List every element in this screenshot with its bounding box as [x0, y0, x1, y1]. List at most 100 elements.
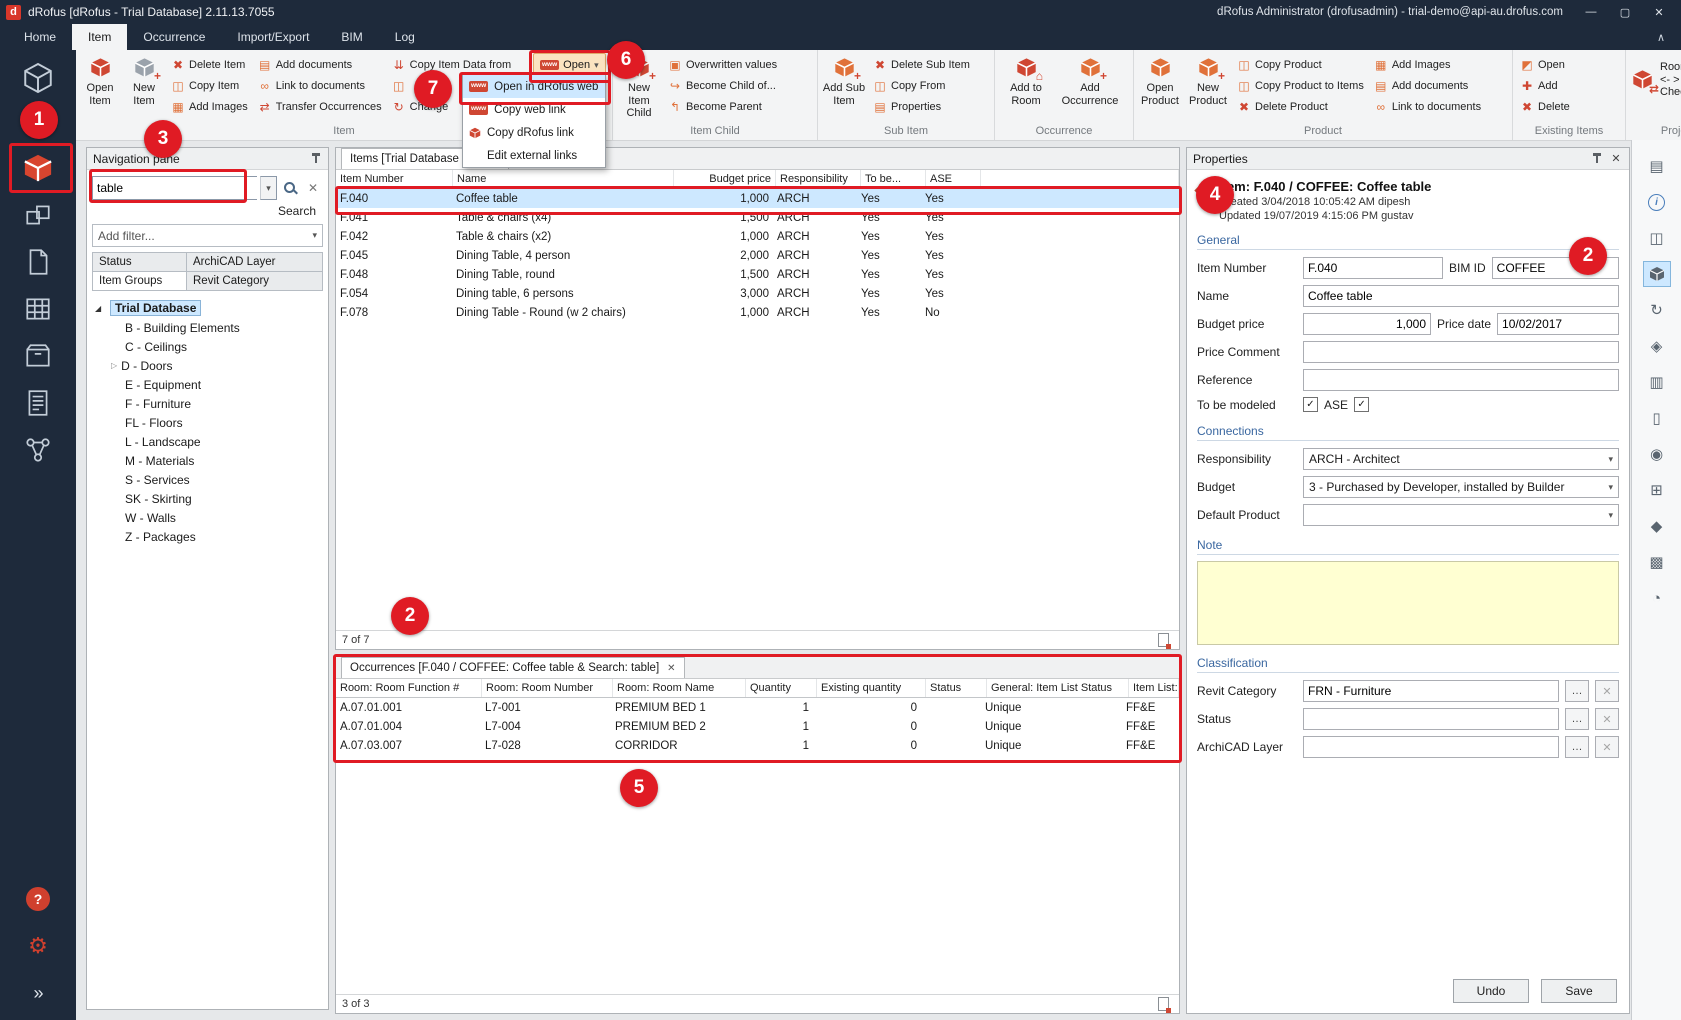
tree-item[interactable]: S - Services — [89, 470, 326, 489]
report-icon[interactable] — [1158, 633, 1169, 647]
col-room-name[interactable]: Room: Room Name — [613, 679, 746, 697]
item-number-field[interactable] — [1303, 257, 1443, 279]
product-link-to-documents-button[interactable]: ∞Link to documents — [1372, 97, 1483, 116]
sidebar-rooms-module-icon[interactable] — [10, 290, 66, 328]
link-to-documents-button[interactable]: ∞Link to documents — [256, 76, 384, 95]
tab-log[interactable]: Log — [379, 24, 431, 50]
filter-tab-item-groups[interactable]: Item Groups — [93, 272, 187, 291]
copy-product-button[interactable]: ◫Copy Product — [1235, 55, 1366, 74]
sidebar-connections-module-icon[interactable] — [10, 431, 66, 469]
item-row[interactable]: F.054Dining table, 6 persons3,000ARCHYes… — [336, 284, 1179, 303]
copy-product-to-items-button[interactable]: ◫Copy Product to Items — [1235, 76, 1366, 95]
tree-expander-icon[interactable]: ▷ — [111, 361, 117, 370]
occurrence-row[interactable]: A.07.01.001L7-001PREMIUM BED 110UniqueFF… — [336, 698, 1179, 717]
room-data-item-checks-button[interactable]: ⇄ Room Data <- > Item Checks — [1628, 51, 1681, 103]
existing-open-button[interactable]: ◩Open — [1518, 55, 1572, 74]
sidebar-documents-module-icon[interactable] — [10, 243, 66, 281]
col-status[interactable]: Status — [926, 679, 987, 697]
note-field[interactable] — [1197, 561, 1619, 645]
add-to-room-button[interactable]: ⌂ Add to Room — [997, 51, 1055, 111]
info-panel-icon[interactable]: i — [1644, 190, 1670, 214]
list-panel-icon[interactable]: ▥ — [1644, 370, 1670, 394]
new-product-button[interactable]: + New Product — [1184, 51, 1232, 111]
col-quantity[interactable]: Quantity — [746, 679, 817, 697]
search-button[interactable] — [280, 178, 300, 198]
to-be-modeled-checkbox[interactable]: ✓ — [1303, 397, 1318, 412]
reference-field[interactable] — [1303, 369, 1619, 391]
tree-item[interactable]: FL - Floors — [89, 413, 326, 432]
price-date-field[interactable] — [1497, 313, 1619, 335]
close-tab-icon[interactable]: ✕ — [667, 663, 675, 674]
panel-layout-icon[interactable]: ▤ — [1644, 154, 1670, 178]
budget-price-field[interactable] — [1303, 313, 1431, 335]
occurrences-tab[interactable]: Occurrences [F.040 / COFFEE: Coffee tabl… — [341, 657, 685, 678]
browse-button[interactable]: … — [1565, 736, 1589, 758]
product-add-documents-button[interactable]: ▤Add documents — [1372, 76, 1483, 95]
close-panel-icon[interactable]: ✕ — [1609, 152, 1623, 165]
responsibility-select[interactable]: ARCH - Architect▾ — [1303, 448, 1619, 470]
sidebar-items-module-icon[interactable] — [10, 149, 66, 187]
item-row[interactable]: F.045Dining Table, 4 person2,000ARCHYesY… — [336, 246, 1179, 265]
tree-item[interactable]: W - Walls — [89, 508, 326, 527]
tree-expander-icon[interactable]: ◢ — [95, 304, 105, 313]
add-filter-dropdown[interactable]: Add filter... ▾ — [92, 224, 323, 247]
overwritten-values-button[interactable]: ▣Overwritten values — [666, 55, 779, 74]
item-row[interactable]: F.078Dining Table - Round (w 2 chairs)1,… — [336, 303, 1179, 322]
col-item-list-name[interactable]: Item List: Name — [1129, 679, 1179, 697]
grid-panel-icon[interactable]: ▩ — [1644, 550, 1670, 574]
become-child-of-button[interactable]: ↪Become Child of... — [666, 76, 779, 95]
menu-item-copy-web-link[interactable]: www Copy web link — [463, 98, 605, 121]
add-documents-button[interactable]: ▤Add documents — [256, 55, 384, 74]
delete-sub-item-button[interactable]: ✖Delete Sub Item — [871, 55, 972, 74]
archicad-layer-field[interactable] — [1303, 736, 1559, 758]
tree-item[interactable]: M - Materials — [89, 451, 326, 470]
revit-category-field[interactable] — [1303, 680, 1559, 702]
tree-item[interactable]: Z - Packages — [89, 527, 326, 546]
tree-item[interactable]: F - Furniture — [89, 394, 326, 413]
delete-item-button[interactable]: ✖Delete Item — [169, 55, 250, 74]
item-row[interactable]: F.042Table & chairs (x2)1,000ARCHYesYes — [336, 227, 1179, 246]
bim-panel-icon[interactable]: ◈ — [1644, 334, 1670, 358]
tree-item[interactable]: SK - Skirting — [89, 489, 326, 508]
clear-field-button[interactable]: ✕ — [1595, 708, 1619, 730]
save-button[interactable]: Save — [1541, 979, 1617, 1003]
col-existing-quantity[interactable]: Existing quantity — [817, 679, 926, 697]
ase-checkbox[interactable]: ✓ — [1354, 397, 1369, 412]
menu-item-edit-external-links[interactable]: Edit external links — [463, 144, 605, 167]
documents-panel-icon[interactable]: ◫ — [1644, 226, 1670, 250]
pin-icon[interactable] — [311, 153, 322, 165]
tab-home[interactable]: Home — [8, 24, 72, 50]
transfer-occurrences-button[interactable]: ⇄Transfer Occurrences — [256, 97, 384, 116]
col-item-list-status[interactable]: General: Item List Status — [987, 679, 1129, 697]
collapse-ribbon-icon[interactable]: ∧ — [1641, 24, 1681, 50]
sidebar-help-icon[interactable]: ? — [10, 880, 66, 918]
add-item-panel-icon[interactable]: ⊞ — [1644, 478, 1670, 502]
clear-field-button[interactable]: ✕ — [1595, 736, 1619, 758]
status-field[interactable] — [1303, 708, 1559, 730]
copy-from-button[interactable]: ◫Copy From — [871, 76, 972, 95]
minimize-button[interactable]: — — [1575, 0, 1607, 24]
clear-field-button[interactable]: ✕ — [1595, 680, 1619, 702]
tab-bim[interactable]: BIM — [325, 24, 378, 50]
tree-item-trial-database[interactable]: ◢ Trial Database — [89, 298, 326, 318]
existing-delete-button[interactable]: ✖Delete — [1518, 97, 1572, 116]
name-field[interactable] — [1303, 285, 1619, 307]
existing-add-button[interactable]: ✚Add — [1518, 76, 1572, 95]
occurrence-row[interactable]: A.07.03.007L7-028CORRIDOR10UniqueFF&E — [336, 736, 1179, 755]
new-item-button[interactable]: + New Item — [122, 51, 166, 111]
item-row[interactable]: F.041Table & chairs (x4)1,500ARCHYesYes — [336, 208, 1179, 227]
col-to-be[interactable]: To be... — [861, 170, 926, 188]
tab-item[interactable]: Item — [72, 24, 127, 50]
copy-item-data-from-button[interactable]: ⇊Copy Item Data from — [390, 55, 513, 74]
item-row[interactable]: F.048Dining Table, round1,500ARCHYesYes — [336, 265, 1179, 284]
sidebar-reports-module-icon[interactable] — [10, 337, 66, 375]
clear-search-button[interactable]: ✕ — [303, 178, 323, 198]
tree-item[interactable]: ▷D - Doors — [89, 356, 326, 375]
sidebar-expand-icon[interactable]: » — [10, 974, 66, 1012]
search-label[interactable]: Search — [87, 202, 328, 222]
col-responsibility[interactable]: Responsibility — [776, 170, 861, 188]
sidebar-home-module-icon[interactable] — [10, 59, 66, 97]
history-panel-icon[interactable]: ◔ — [1644, 586, 1670, 610]
col-item-number[interactable]: Item Number — [336, 170, 453, 188]
sidebar-specifications-module-icon[interactable] — [10, 384, 66, 422]
